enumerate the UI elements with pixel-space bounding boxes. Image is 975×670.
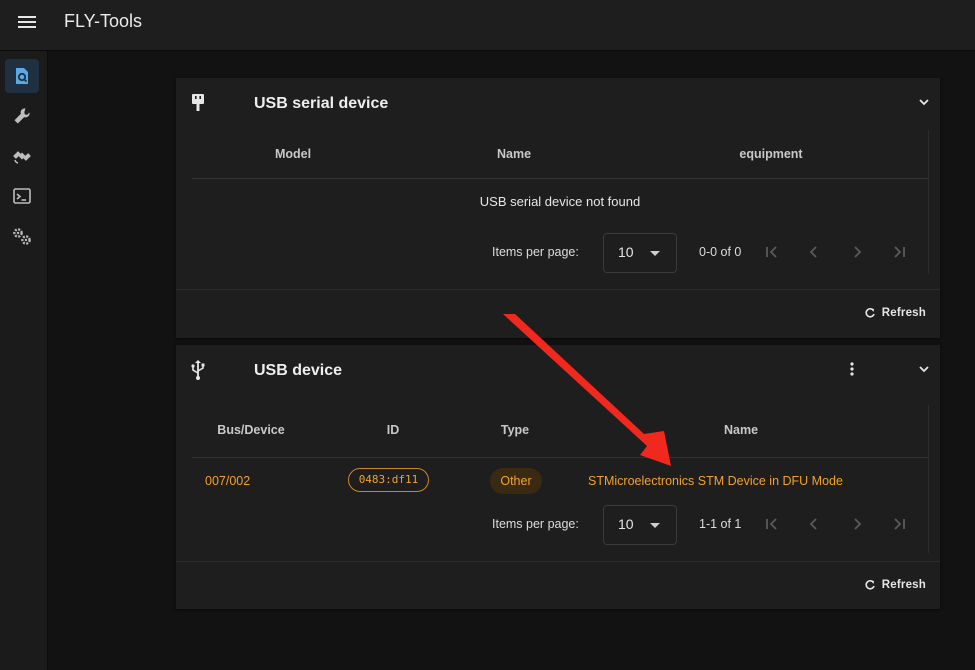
items-per-page-select[interactable]: 10: [603, 505, 677, 545]
usb-device-table: Bus/Device ID Type Name 007/002 0483:df1…: [192, 405, 929, 553]
dropdown-caret-icon: [650, 523, 660, 528]
usb-device-table-header: Bus/Device ID Type Name: [192, 405, 928, 458]
dropdown-caret-icon: [650, 251, 660, 256]
chevron-down-icon[interactable]: [916, 94, 932, 110]
usb-serial-device-card: USB serial device Model Name equipment U…: [176, 78, 940, 338]
refresh-label: Refresh: [881, 579, 926, 591]
next-page-icon[interactable]: [846, 241, 868, 263]
items-per-page-select[interactable]: 10: [603, 233, 677, 273]
items-per-page-value: 10: [618, 516, 634, 532]
column-header-id[interactable]: ID: [387, 423, 400, 437]
usb-serial-card-header: USB serial device: [176, 78, 940, 130]
rail-item-device-search[interactable]: [5, 59, 39, 93]
first-page-icon[interactable]: [760, 241, 782, 263]
app-title: FLY-Tools: [64, 11, 143, 31]
usb-serial-card-title: USB serial device: [254, 95, 389, 112]
usb-device-card-title: USB device: [254, 362, 343, 379]
column-header-name[interactable]: Name: [724, 423, 758, 437]
bus-device-cell: 007/002: [205, 474, 251, 488]
usb-serial-paginator: Items per page: 10 0-0 of 0: [192, 233, 928, 273]
empty-state-message: USB serial device not found: [479, 194, 641, 209]
page-range-label: 1-1 of 1: [699, 517, 742, 531]
column-header-type[interactable]: Type: [501, 423, 529, 437]
usb-device-card-header: USB device: [176, 345, 940, 397]
rail-item-tools[interactable]: [5, 99, 39, 133]
last-page-icon[interactable]: [889, 241, 911, 263]
last-page-icon[interactable]: [889, 513, 911, 535]
device-search-icon: [16, 68, 28, 84]
chevron-down-icon[interactable]: [916, 361, 932, 377]
card-divider: [176, 561, 940, 562]
menu-icon[interactable]: [18, 13, 40, 35]
refresh-icon: [865, 580, 875, 590]
terminal-icon: [13, 188, 31, 204]
column-header-name[interactable]: Name: [497, 147, 531, 161]
device-name-cell: STMicroelectronics STM Device in DFU Mod…: [588, 474, 843, 488]
serial-port-icon: [192, 94, 204, 111]
refresh-button[interactable]: Refresh: [854, 301, 926, 325]
rail-item-settings[interactable]: [5, 219, 39, 253]
usb-serial-table: Model Name equipment USB serial device n…: [192, 130, 929, 274]
usb-icon: [191, 360, 205, 380]
items-per-page-label: Items per page:: [492, 245, 579, 259]
first-page-icon[interactable]: [760, 513, 782, 535]
refresh-label: Refresh: [881, 307, 926, 319]
more-vertical-icon[interactable]: [844, 360, 860, 378]
gears-icon: [13, 228, 31, 245]
previous-page-icon[interactable]: [803, 241, 825, 263]
wrench-icon: [14, 108, 30, 124]
navigation-rail: [0, 51, 48, 670]
usb-serial-table-header: Model Name equipment: [192, 130, 928, 179]
usb-device-card: USB device Bus/Device ID Type Name 007/0…: [176, 345, 940, 609]
satellite-icon: [13, 151, 31, 164]
usb-device-paginator: Items per page: 10 1-1 of 1: [192, 505, 928, 545]
column-header-bus-device[interactable]: Bus/Device: [217, 423, 284, 437]
column-header-equipment[interactable]: equipment: [739, 147, 802, 161]
items-per-page-value: 10: [618, 244, 634, 260]
next-page-icon[interactable]: [846, 513, 868, 535]
device-type-chip: Other: [490, 468, 542, 494]
rail-item-terminal[interactable]: [5, 179, 39, 213]
page-range-label: 0-0 of 0: [699, 245, 742, 259]
card-divider: [176, 289, 940, 290]
table-row[interactable]: 007/002 0483:df11 Other STMicroelectroni…: [192, 458, 928, 504]
items-per-page-label: Items per page:: [492, 517, 579, 531]
device-id-chip: 0483:df11: [348, 468, 429, 492]
previous-page-icon[interactable]: [803, 513, 825, 535]
top-app-bar: FLY-Tools: [0, 0, 975, 51]
column-header-model[interactable]: Model: [275, 147, 311, 161]
rail-item-satellite[interactable]: [5, 139, 39, 173]
refresh-button[interactable]: Refresh: [854, 573, 926, 597]
refresh-icon: [865, 308, 875, 318]
